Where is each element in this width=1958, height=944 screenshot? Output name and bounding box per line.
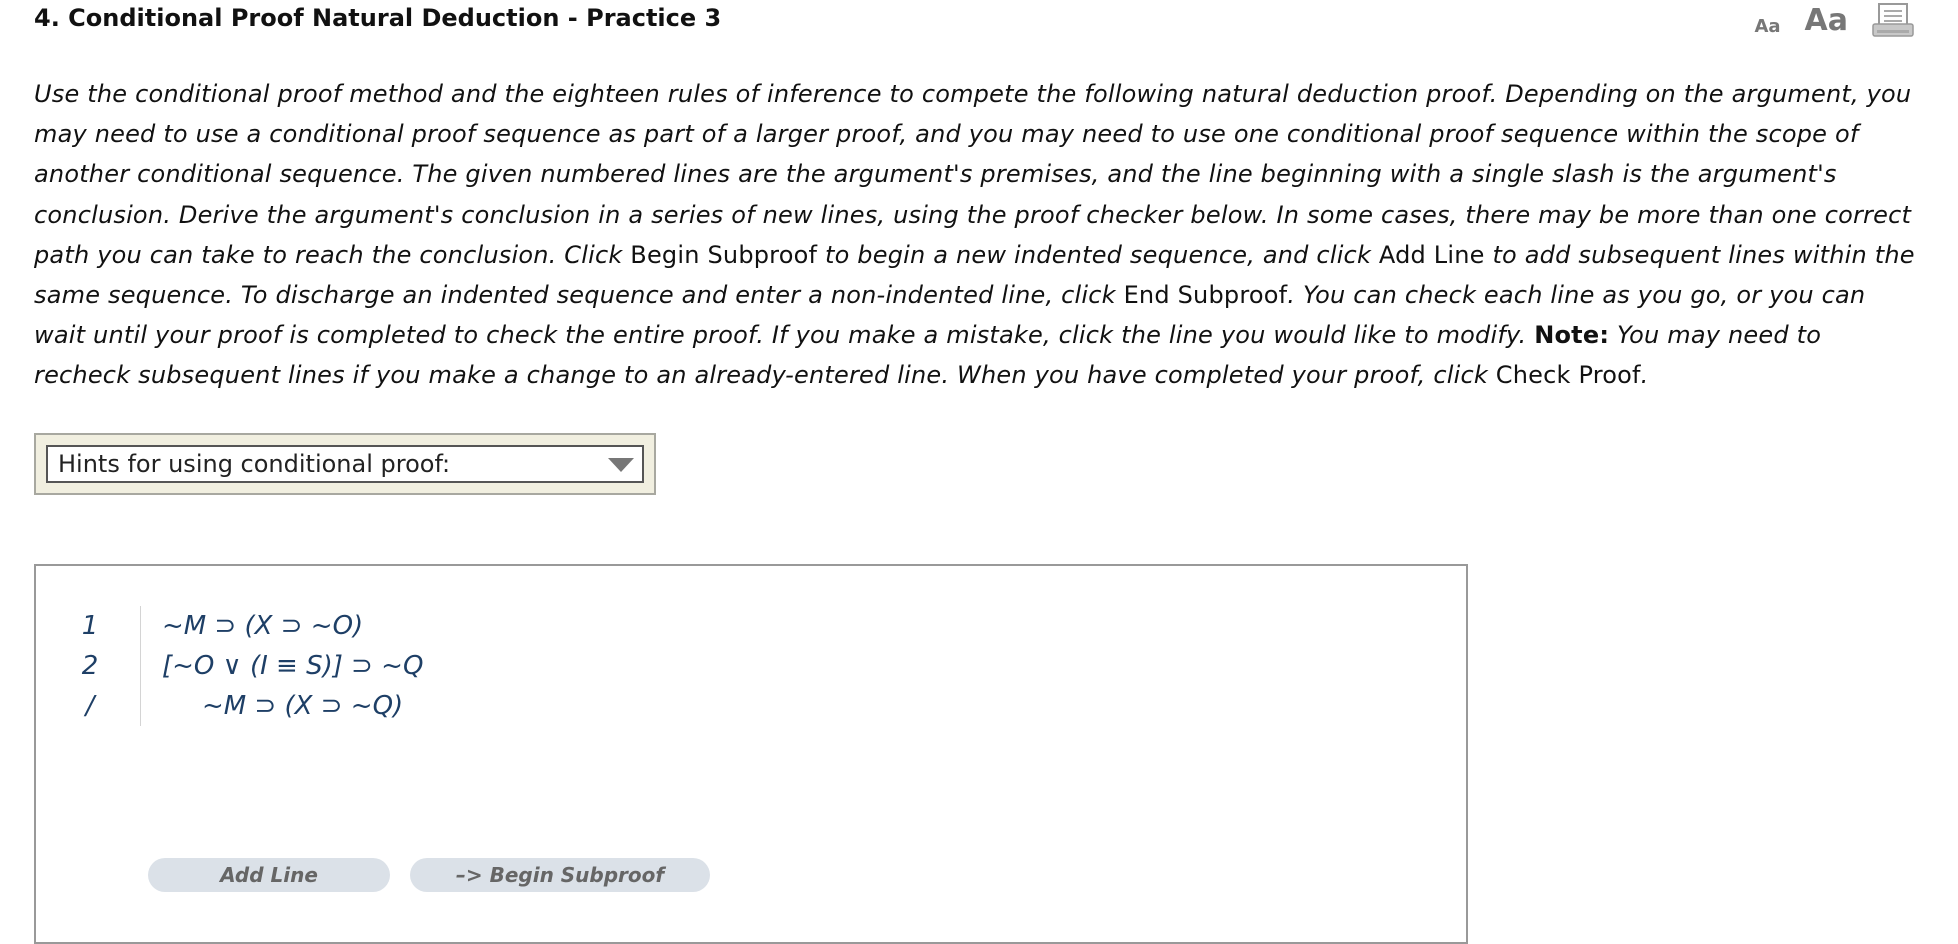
hints-container: Hints for using conditional proof: <box>34 433 656 495</box>
add-line-ref: Add Line <box>1378 240 1485 269</box>
instructions-text: Use the conditional proof method and the… <box>34 74 1924 396</box>
begin-subproof-ref: Begin Subproof <box>630 240 818 269</box>
conclusion-slash: / <box>85 691 95 721</box>
line-number-divider <box>140 606 141 726</box>
print-icon[interactable] <box>1872 2 1914 38</box>
hints-dropdown[interactable]: Hints for using conditional proof: <box>46 445 644 483</box>
begin-subproof-button[interactable]: –> Begin Subproof <box>410 858 710 892</box>
hints-dropdown-label: Hints for using conditional proof: <box>58 450 451 478</box>
line-number: 1 <box>81 611 99 641</box>
font-size-large-button[interactable]: Aa <box>1805 3 1848 38</box>
end-subproof-ref: End Subproof <box>1123 281 1288 310</box>
page-title: 4. Conditional Proof Natural Deduction -… <box>34 4 722 32</box>
proof-checker-panel: 1 ~M ⊃ (X ⊃ ~O) 2 [~O ∨ (I ≡ S)] ⊃ ~Q / … <box>34 564 1468 944</box>
conclusion-formula: ~M ⊃ (X ⊃ ~Q) <box>202 691 404 721</box>
note-label: Note: <box>1534 321 1610 350</box>
line-number: 2 <box>81 651 99 681</box>
instructions-part: to begin a new indented sequence, and cl… <box>817 240 1379 269</box>
premise-formula: ~M ⊃ (X ⊃ ~O) <box>162 611 364 641</box>
instructions-part: . <box>1640 361 1649 390</box>
premise-formula: [~O ∨ (I ≡ S)] ⊃ ~Q <box>162 651 424 681</box>
toolbar: Aa Aa <box>1754 2 1914 38</box>
check-proof-ref: Check Proof <box>1495 361 1641 390</box>
font-size-small-button[interactable]: Aa <box>1754 16 1780 37</box>
add-line-button[interactable]: Add Line <box>148 858 390 892</box>
chevron-down-icon <box>608 458 634 472</box>
